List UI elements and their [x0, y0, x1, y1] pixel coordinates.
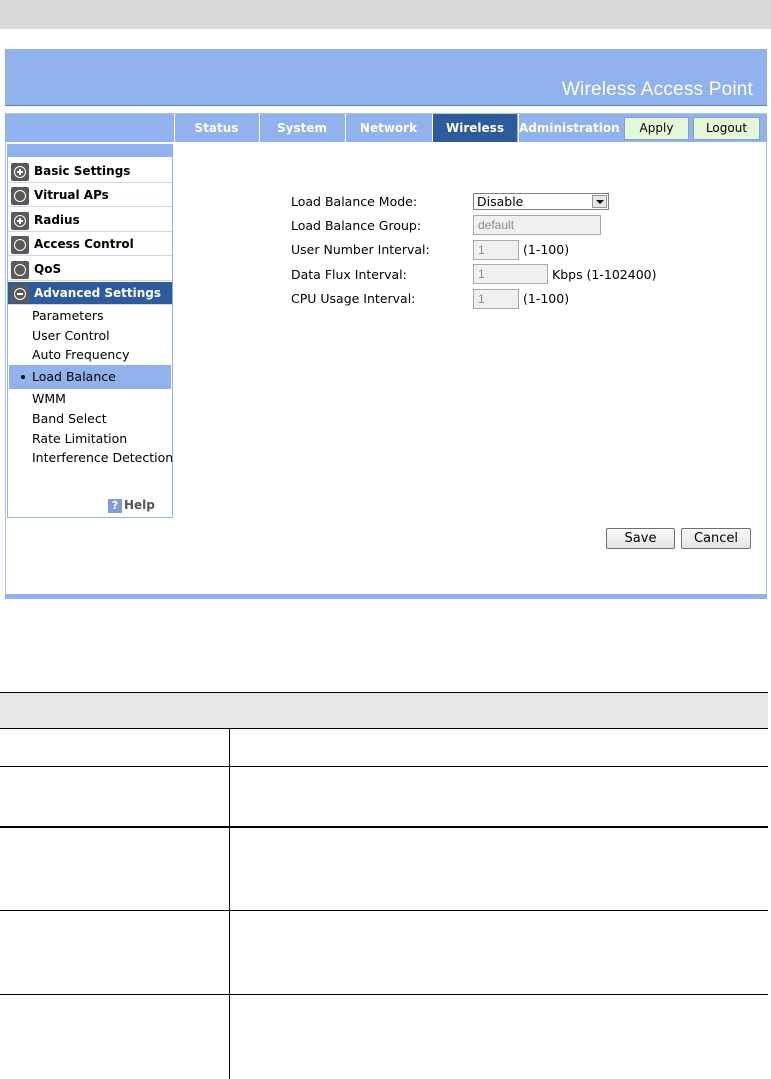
data-flux-interval-label: Data Flux Interval:	[291, 267, 407, 282]
minus-icon	[11, 285, 29, 303]
cpu-usage-interval-label: CPU Usage Interval:	[291, 291, 416, 306]
data-flux-interval-range: Kbps (1-102400)	[552, 267, 657, 282]
load-balance-group-input[interactable]: default	[473, 215, 601, 235]
table-divider	[0, 994, 768, 995]
tab-network[interactable]: Network	[345, 114, 431, 142]
cpu-usage-interval-range: (1-100)	[523, 291, 570, 306]
tab-system[interactable]: System	[259, 114, 344, 142]
help-link[interactable]: ? Help	[108, 498, 155, 513]
user-number-interval-input[interactable]: 1	[473, 240, 519, 260]
apply-button[interactable]: Apply	[624, 117, 689, 140]
table-column-divider	[229, 729, 230, 1079]
circle-icon	[11, 236, 29, 254]
question-icon: ?	[108, 499, 122, 513]
table-divider	[0, 910, 768, 911]
sidebar-item-load-balance[interactable]: Load Balance	[9, 365, 171, 389]
sidebar-item-parameters[interactable]: Parameters	[32, 306, 104, 326]
banner-title: Wireless Access Point	[561, 79, 753, 100]
sidebar-item-auto-frequency[interactable]: Auto Frequency	[32, 345, 130, 365]
load-balance-group-label: Load Balance Group:	[291, 218, 422, 233]
top-gray-strip	[0, 0, 771, 29]
load-balance-mode-select[interactable]: Disable	[473, 193, 609, 210]
tab-administration[interactable]: Administration	[518, 114, 620, 142]
sidebar-item-interference-detection[interactable]: Interference Detection	[32, 448, 173, 468]
data-flux-interval-input[interactable]: 1	[473, 264, 548, 284]
frame-bottom-bar	[5, 594, 767, 599]
tab-wireless[interactable]: Wireless	[432, 114, 517, 142]
tab-status[interactable]: Status	[174, 114, 258, 142]
sidebar-section-basic-settings[interactable]: Basic Settings	[8, 160, 172, 183]
sidebar-section-qos[interactable]: QoS	[8, 258, 172, 281]
sidebar-item-band-select[interactable]: Band Select	[32, 409, 107, 429]
sidebar-item-user-control[interactable]: User Control	[32, 326, 110, 346]
user-number-interval-label: User Number Interval:	[291, 242, 430, 257]
sidebar-section-radius[interactable]: Radius	[8, 209, 172, 232]
bullet-icon	[21, 375, 25, 379]
sidebar-section-vitrual-aps[interactable]: Vitrual APs	[8, 184, 172, 207]
sidebar-section-advanced-settings[interactable]: Advanced Settings	[8, 282, 172, 305]
sidebar-item-rate-limitation[interactable]: Rate Limitation	[32, 429, 127, 449]
sidebar-header-bar	[7, 144, 173, 157]
logout-button[interactable]: Logout	[693, 117, 760, 140]
plus-icon	[11, 212, 29, 230]
table-divider	[0, 766, 768, 767]
circle-icon	[11, 261, 29, 279]
save-button[interactable]: Save	[606, 528, 675, 549]
sidebar-section-access-control[interactable]: Access Control	[8, 233, 172, 256]
table-divider	[0, 826, 768, 828]
sidebar-item-wmm[interactable]: WMM	[32, 389, 66, 409]
user-number-interval-range: (1-100)	[523, 242, 570, 257]
cancel-button[interactable]: Cancel	[681, 528, 751, 549]
load-balance-mode-label: Load Balance Mode:	[291, 194, 418, 209]
plus-icon	[11, 163, 29, 181]
table-header-row	[0, 692, 768, 729]
header-banner: Wireless Access Point	[5, 49, 767, 106]
dropdown-arrow-icon[interactable]	[592, 195, 607, 208]
circle-icon	[11, 187, 29, 205]
cpu-usage-interval-input[interactable]: 1	[473, 289, 519, 309]
